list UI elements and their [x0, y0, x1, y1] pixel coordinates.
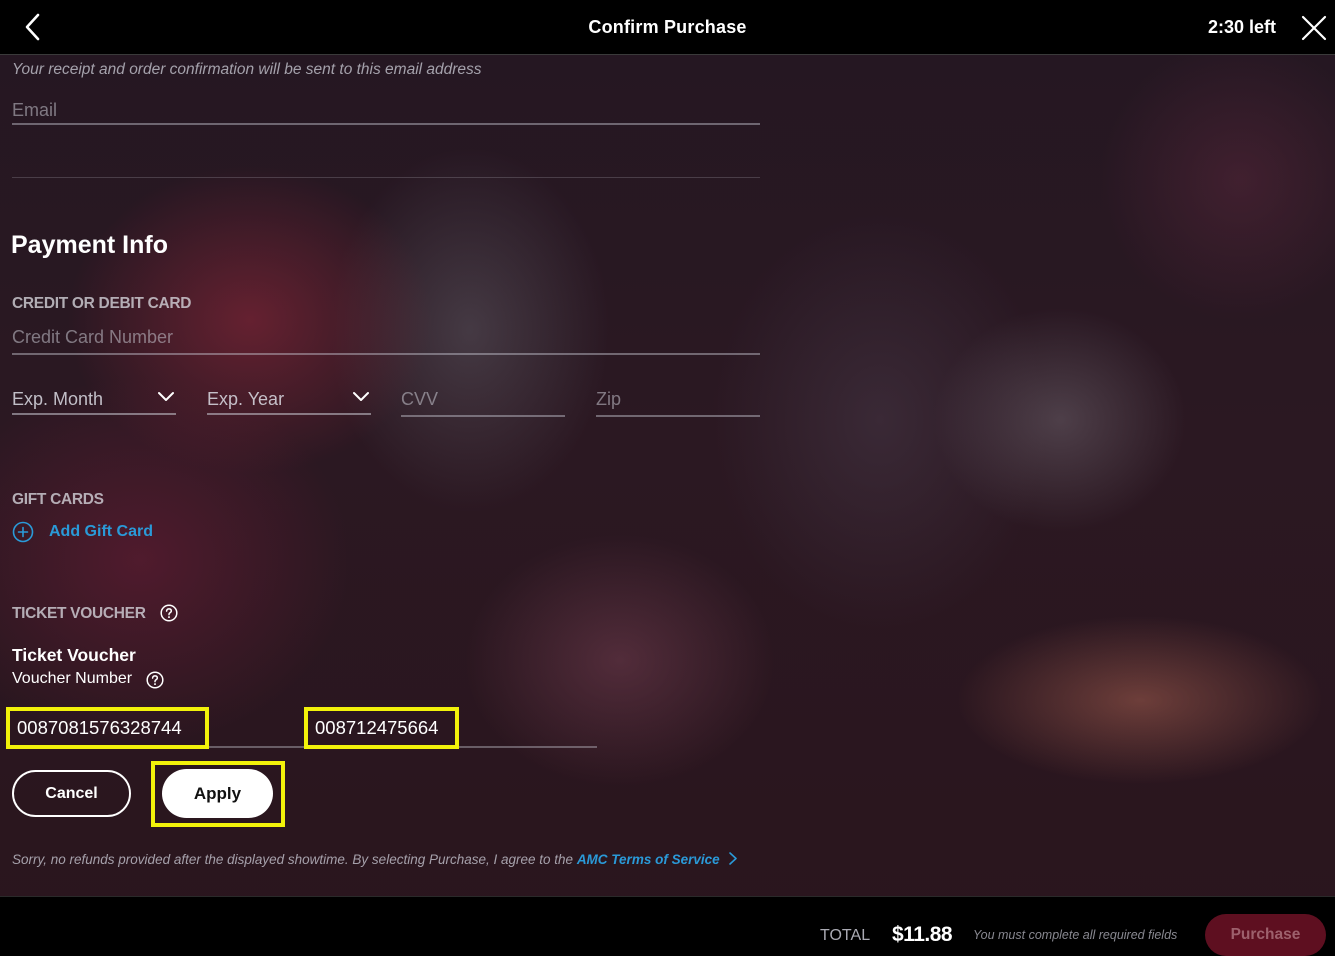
section-divider	[12, 177, 760, 178]
exp-year-select[interactable]: Exp. Year	[207, 385, 371, 415]
refund-policy-note: Sorry, no refunds provided after the dis…	[12, 852, 738, 867]
help-icon[interactable]	[160, 604, 178, 622]
payment-info-heading: Payment Info	[11, 231, 168, 259]
ticket-voucher-label: TICKET VOUCHER	[12, 605, 146, 622]
cancel-button[interactable]: Cancel	[12, 770, 131, 817]
close-button[interactable]	[1300, 14, 1328, 42]
required-fields-note: You must complete all required fields	[973, 928, 1178, 942]
footer-bar: TOTAL $11.88 You must complete all requi…	[0, 896, 1335, 956]
receipt-note: Your receipt and order confirmation will…	[12, 61, 482, 78]
refund-note-text: Sorry, no refunds provided after the dis…	[12, 852, 577, 867]
chevron-down-icon	[158, 392, 174, 401]
add-gift-card-button[interactable]: Add Gift Card	[12, 520, 153, 544]
chevron-right-icon	[728, 852, 737, 865]
purchase-button[interactable]: Purchase	[1205, 914, 1326, 956]
exp-year-label: Exp. Year	[207, 389, 285, 409]
voucher-pin-field[interactable]	[304, 707, 459, 749]
plus-circle-icon	[12, 521, 34, 543]
help-icon[interactable]	[146, 671, 164, 689]
exp-month-select[interactable]: Exp. Month	[12, 385, 176, 415]
total-label: TOTAL	[820, 927, 871, 944]
header-bar: Confirm Purchase 2:30 left	[0, 0, 1335, 55]
cvv-field[interactable]	[401, 384, 565, 417]
close-icon	[1301, 15, 1327, 41]
voucher-number-label: Voucher Number	[12, 670, 133, 687]
ticket-voucher-title: Ticket Voucher	[12, 645, 136, 665]
exp-month-label: Exp. Month	[12, 389, 104, 409]
apply-button[interactable]: Apply	[162, 769, 273, 818]
zip-field[interactable]	[596, 384, 760, 417]
voucher-number-field[interactable]	[6, 707, 209, 749]
add-gift-card-label: Add Gift Card	[49, 523, 153, 540]
chevron-down-icon	[353, 392, 369, 401]
credit-card-number-field[interactable]	[12, 322, 760, 355]
gift-cards-label: GIFT CARDS	[12, 491, 104, 508]
email-field[interactable]	[12, 98, 760, 125]
countdown-timer: 2:30 left	[1207, 17, 1276, 37]
page-title: Confirm Purchase	[588, 17, 747, 37]
terms-of-service-link[interactable]: AMC Terms of Service	[577, 852, 720, 867]
total-amount: $11.88	[892, 923, 953, 946]
card-section-label: CREDIT OR DEBIT CARD	[12, 295, 192, 312]
